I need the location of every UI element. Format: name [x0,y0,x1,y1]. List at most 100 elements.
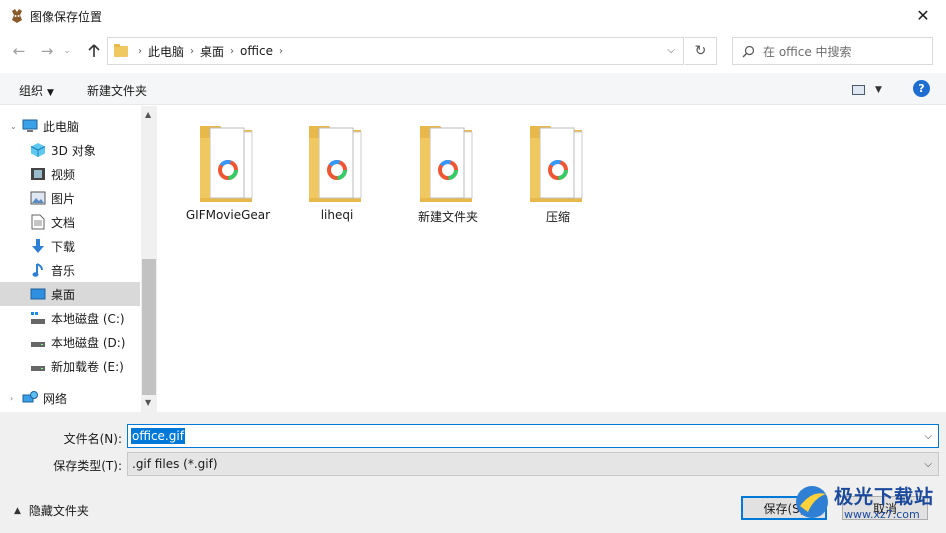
hide-folders-label: 隐藏文件夹 [28,504,89,518]
nav-item-label: 视频 [51,167,76,182]
chevron-down-icon[interactable]: ⌵ [924,431,932,442]
search-icon [733,45,763,58]
toolbar: 组织 ▼ 新建文件夹 ▼ [0,73,946,105]
nav-item-documents[interactable]: 文档 [0,210,140,234]
nav-item-label: 图片 [51,191,76,206]
drive-c-icon [30,310,46,326]
nav-item-downloads[interactable]: 下载 [0,234,140,258]
file-list: GIFMovieGear liheqi 新建文件夹 压缩 [158,106,946,412]
chevron-right-icon[interactable]: › [224,46,240,57]
gif-folder-icon [530,126,583,202]
3d-objects-icon [30,142,46,158]
address-bar[interactable]: › 此电脑 › 桌面 › office › ⌵ [107,37,684,65]
chevron-right-icon[interactable]: › [184,46,200,57]
refresh-button[interactable]: ↻ [685,37,717,65]
window-title: 图像保存位置 [30,10,103,24]
filetype-label: 保存类型(T): [53,459,122,473]
up-arrow-icon[interactable] [83,40,105,62]
view-options-button[interactable]: ▼ [852,82,888,98]
filename-input[interactable]: office.gif ⌵ [127,424,939,448]
nav-item-network[interactable]: › 网络 [0,386,140,410]
recent-locations-chevron-icon[interactable]: ⌄ [60,40,74,62]
caret-down-icon: ▼ [47,88,54,98]
folder-item-gifmoviegear[interactable]: GIFMovieGear [178,118,278,228]
watermark-text: 极光下载站 [834,486,935,508]
nav-item-label: 本地磁盘 (C:) [51,311,125,326]
nav-item-label: 此电脑 [43,119,80,134]
network-icon [22,390,38,406]
search-input[interactable]: 在 office 中搜索 [732,37,933,65]
watermark-logo: 极光下载站 www.xz7.com [792,478,942,528]
nav-item-pictures[interactable]: 图片 [0,186,140,210]
watermark-url: www.xz7.com [844,508,920,521]
drive-icon [30,334,46,350]
drive-icon [30,358,46,374]
folder-icon [114,43,128,57]
documents-icon [30,214,46,230]
filetype-value: .gif files (*.gif) [132,457,218,471]
chevron-down-icon[interactable]: ⌵ [667,45,675,56]
watermark-icon [796,486,828,518]
computer-icon [22,118,38,134]
nav-item-3d-objects[interactable]: 3D 对象 [0,138,140,162]
title-bar: 图像保存位置 ✕ [0,0,946,32]
search-placeholder: 在 office 中搜索 [763,44,852,59]
nav-item-label: 新加载卷 (E:) [51,359,124,374]
nav-item-music[interactable]: 音乐 [0,258,140,282]
forward-arrow-icon[interactable]: → [36,40,58,62]
gif-folder-icon [309,126,362,202]
folder-item-new-folder[interactable]: 新建文件夹 [398,118,498,228]
breadcrumb-office[interactable]: office [240,44,273,58]
desktop-icon [30,286,46,302]
close-button[interactable]: ✕ [900,0,946,31]
chevron-right-icon[interactable]: › [273,46,289,57]
nav-item-label: 桌面 [51,287,76,302]
scroll-down-icon[interactable]: ▼ [145,398,151,407]
nav-item-videos[interactable]: 视频 [0,162,140,186]
navigation-pane: ⌄ 此电脑 3D 对象 视频 图片 文档 下载 音乐 桌面 本地磁盘 (C:) … [0,106,158,412]
back-arrow-icon[interactable]: ← [8,40,30,62]
nav-item-drive-c[interactable]: 本地磁盘 (C:) [0,306,140,330]
nav-scrollbar[interactable]: ▲ ▼ [141,106,157,412]
nav-item-desktop[interactable]: 桌面 [0,282,140,306]
gif-folder-icon [420,126,473,202]
organize-menu-button[interactable]: 组织 ▼ [19,82,54,99]
scrollbar-thumb[interactable] [142,259,156,395]
refresh-icon: ↻ [694,43,707,59]
pictures-icon [30,190,46,206]
folder-label: liheqi [320,208,354,222]
gif-folder-icon [200,126,253,202]
folder-item-compress[interactable]: 压缩 [508,118,608,228]
video-icon [30,166,46,182]
app-icon [9,8,25,24]
new-folder-button[interactable]: 新建文件夹 [87,82,147,99]
filename-value: office.gif [131,428,185,444]
help-button[interactable]: ? [913,80,930,97]
nav-item-label: 本地磁盘 (D:) [51,335,126,350]
scroll-up-icon[interactable]: ▲ [145,110,151,119]
breadcrumb-desktop[interactable]: 桌面 [200,43,224,60]
breadcrumb-this-pc[interactable]: 此电脑 [148,43,184,60]
chevron-down-icon[interactable]: ⌵ [924,459,932,470]
hide-folders-toggle[interactable]: ▲ 隐藏文件夹 [14,502,89,519]
nav-item-label: 3D 对象 [51,143,96,158]
chevron-down-icon[interactable]: ⌄ [10,122,20,131]
folder-item-liheqi[interactable]: liheqi [287,118,387,228]
filename-label: 文件名(N): [63,432,122,446]
nav-item-drive-e[interactable]: 新加载卷 (E:) [0,354,140,378]
folder-label: 新建文件夹 [417,210,478,224]
folder-label: GIFMovieGear [185,208,271,222]
nav-item-label: 音乐 [51,263,76,278]
download-icon [30,238,46,254]
chevron-right-icon[interactable]: › [132,46,148,57]
nav-item-label: 网络 [43,391,68,406]
nav-item-drive-d[interactable]: 本地磁盘 (D:) [0,330,140,354]
caret-up-icon: ▲ [14,505,21,516]
nav-item-this-pc[interactable]: ⌄ 此电脑 [0,114,140,138]
chevron-right-icon[interactable]: › [10,394,20,403]
nav-item-label: 下载 [51,239,76,254]
nav-item-label: 文档 [51,215,76,230]
folder-label: 压缩 [545,210,570,224]
filetype-select[interactable]: .gif files (*.gif) ⌵ [127,452,939,476]
caret-down-icon: ▼ [875,85,882,95]
